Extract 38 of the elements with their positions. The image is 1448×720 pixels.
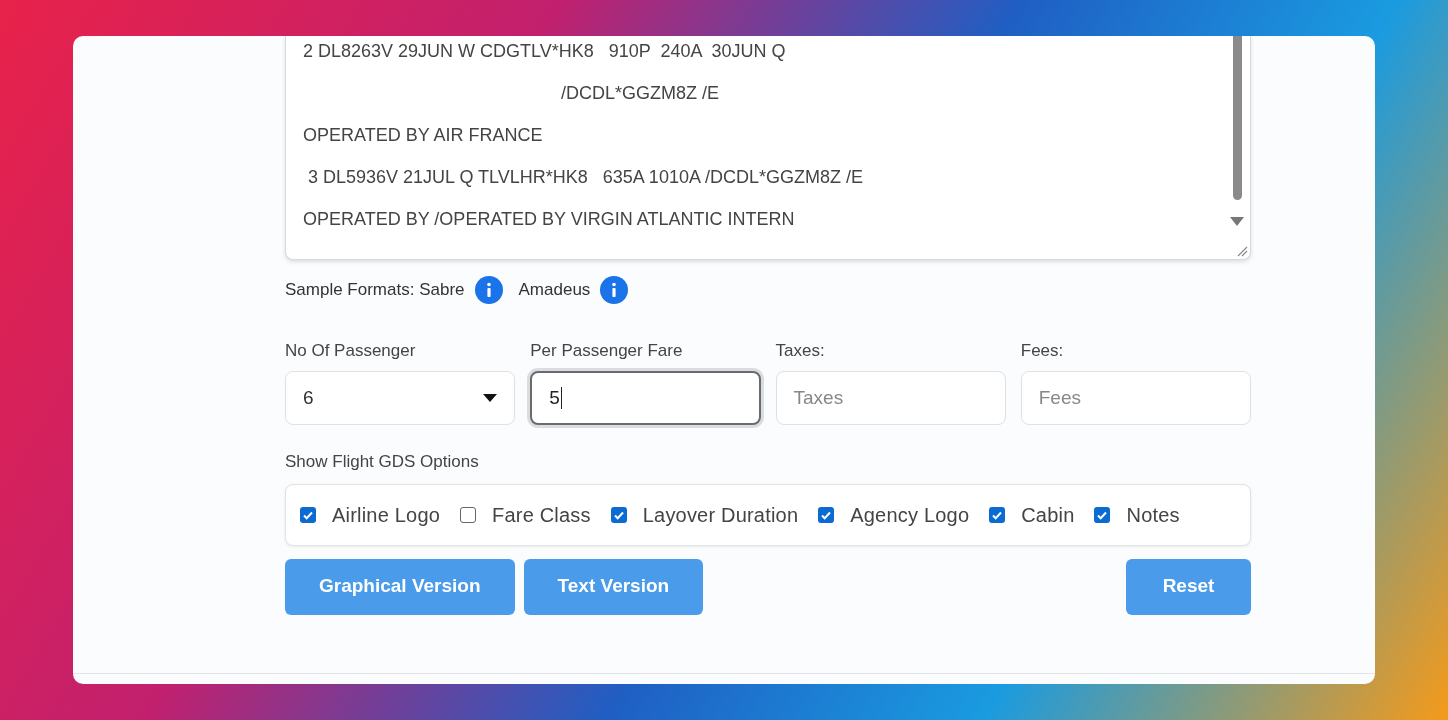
scrollbar[interactable] bbox=[1233, 36, 1242, 200]
amadeus-label: Amadeus bbox=[518, 279, 591, 302]
input-field[interactable]: Taxes bbox=[775, 371, 1006, 425]
field-label: Taxes: bbox=[775, 340, 826, 362]
input-field[interactable]: 5 bbox=[530, 371, 761, 425]
checkbox[interactable] bbox=[460, 506, 477, 523]
gds-text-line: 2 DL8263V 29JUN W CDGTLV*HK8 910P 240A 30JUN Q bbox=[303, 40, 787, 63]
reset-button[interactable]: Reset bbox=[1126, 558, 1251, 615]
gds-text-line: /DCDL*GGZM8Z /E bbox=[560, 82, 721, 105]
option-label: Cabin bbox=[1021, 502, 1075, 528]
option-label: Notes bbox=[1126, 502, 1180, 528]
field-label: Fees: bbox=[1020, 340, 1065, 362]
field-label: No Of Passenger bbox=[285, 340, 417, 362]
option-label: Agency Logo bbox=[850, 502, 970, 528]
gds-text-line: 3 DL5936V 21JUL Q TLVLHR*HK8 635A 1010A /DCDL*GGZM8Z /E bbox=[307, 166, 864, 189]
scroll-down-icon[interactable] bbox=[1230, 217, 1244, 226]
info-icon[interactable] bbox=[474, 276, 503, 304]
resize-handle-icon[interactable] bbox=[1236, 245, 1248, 257]
gds-text-area[interactable]: 2 DL8263V 29JUN W CDGTLV*HK8 910P 240A 30JUN Q /DCDL*GGZM8Z /E OPERATED BY AIR FRANCE 3 DL5936V 21JUL Q TLVLHR*HK8 635A 1010A /DCDL*GGZM8Z /E OPERATED BY /OPERATED BY VIRGIN ATLANTIC INTERN bbox=[285, 36, 1251, 260]
field-label: Per Passenger Fare bbox=[530, 340, 684, 362]
option-label: Fare Class bbox=[492, 502, 591, 528]
option-label: Airline Logo bbox=[332, 502, 441, 528]
checkbox[interactable] bbox=[818, 506, 835, 523]
gds-text-line: OPERATED BY AIR FRANCE bbox=[303, 124, 544, 147]
sample-formats-label: Sample Formats: Sabre bbox=[285, 279, 465, 302]
version-button[interactable]: Graphical Version bbox=[285, 558, 515, 615]
checkbox[interactable] bbox=[1094, 506, 1111, 523]
caret-icon bbox=[483, 394, 498, 402]
option-label: Layover Duration bbox=[642, 502, 799, 528]
input-field[interactable]: Fees bbox=[1020, 371, 1251, 425]
options-title: Show Flight GDS Options bbox=[285, 451, 480, 473]
checkbox[interactable] bbox=[610, 506, 627, 523]
passenger-select[interactable]: 6 bbox=[285, 371, 516, 425]
checkbox[interactable] bbox=[300, 506, 316, 523]
gds-text-line: OPERATED BY /OPERATED BY VIRGIN ATLANTIC INTERN bbox=[303, 208, 796, 231]
checkbox[interactable] bbox=[989, 506, 1006, 523]
info-icon[interactable] bbox=[600, 276, 629, 304]
version-button[interactable]: Text Version bbox=[523, 558, 704, 615]
